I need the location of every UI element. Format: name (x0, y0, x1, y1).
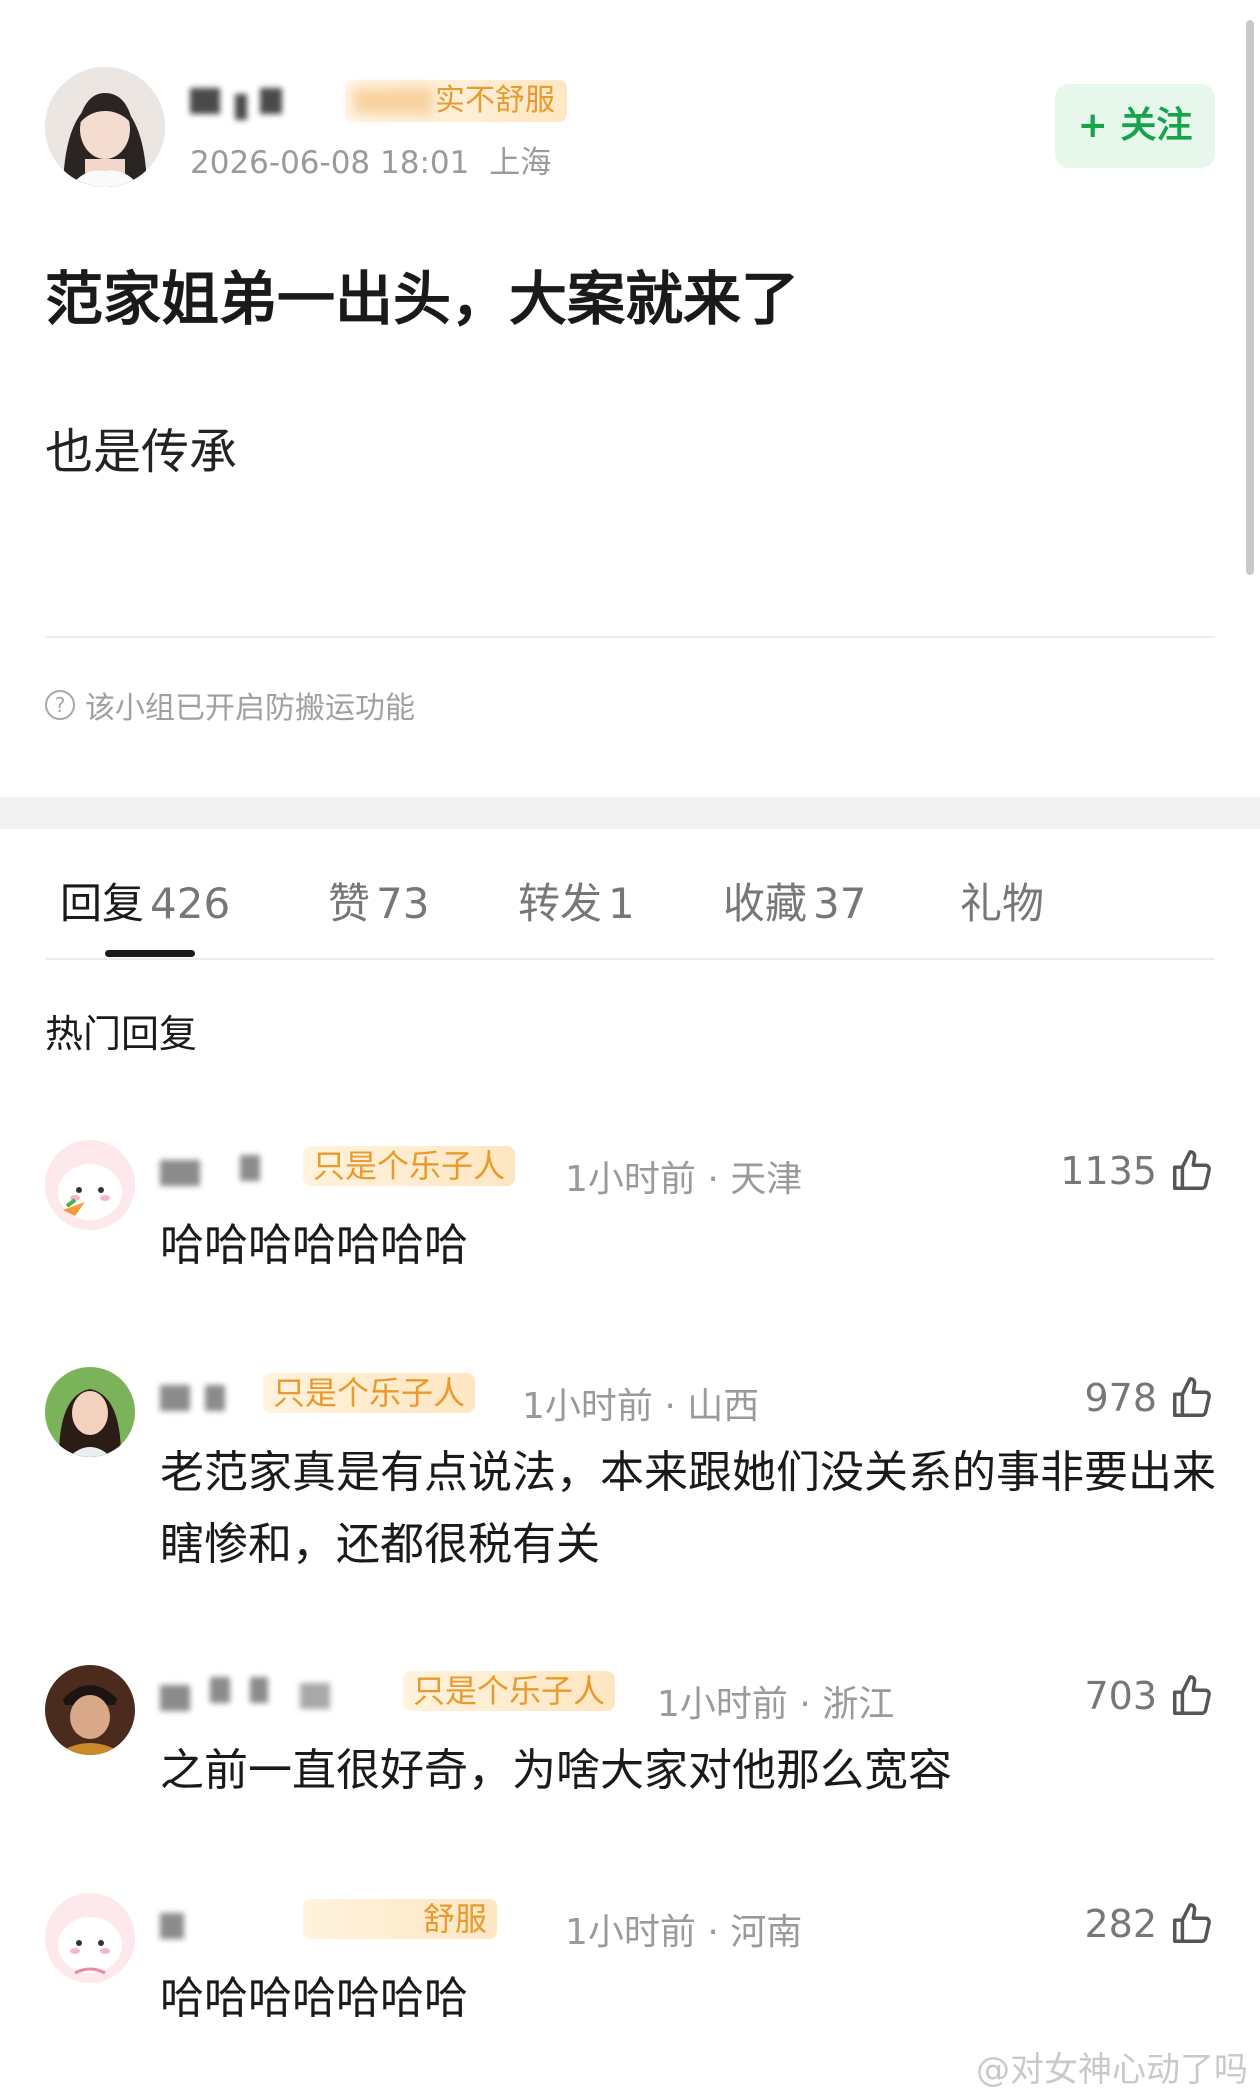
comment-meta: 1小时前 · 河南 (565, 1912, 803, 1953)
commenter-badge: 只是个乐子人 (263, 1373, 476, 1413)
author-badge: 实不舒服 (345, 80, 567, 122)
comment-item: 只是个乐子人 1小时前 · 山西 978 老范家真是有点说法，本来跟她们没关系的… (45, 1367, 1216, 1577)
tabs-divider (45, 958, 1215, 960)
thumbs-up-icon (1173, 1903, 1211, 1943)
like-button[interactable]: 703 (1084, 1673, 1215, 1719)
watermark: @对女神心动了吗 (976, 2050, 1248, 2090)
thumbs-up-icon (1173, 1675, 1211, 1715)
tab-replies[interactable]: 回复 426 (60, 870, 230, 931)
like-count: 282 (1084, 1902, 1157, 1946)
like-button[interactable]: 978 (1084, 1375, 1215, 1421)
follow-button[interactable]: + 关注 (1055, 84, 1215, 168)
section-separator (0, 797, 1260, 829)
comment-text: 老范家真是有点说法，本来跟她们没关系的事非要出来瞎惨和，还都很税有关 (160, 1447, 1216, 1570)
comment-text: 之前一直很好奇，为啥大家对他那么宽容 (160, 1745, 952, 1796)
comment-text: 哈哈哈哈哈哈哈 (160, 1220, 468, 1271)
comment-meta: 1小时前 · 浙江 (657, 1684, 895, 1725)
question-icon[interactable]: ? (45, 690, 75, 720)
post-meta: 2026-06-08 18:01 上海 (190, 137, 551, 182)
anti-repost-notice: ? 该小组已开启防搬运功能 (45, 683, 415, 727)
comment-meta: 1小时前 · 天津 (565, 1159, 803, 1200)
commenter-badge: 只是个乐子人 (303, 1146, 516, 1186)
comment-item: 只是个乐子人 1小时前 · 浙江 703 之前一直很好奇，为啥大家对他那么宽容 (45, 1665, 1215, 1805)
tab-likes[interactable]: 赞 73 (328, 870, 429, 931)
comment-item: 只是个乐子人 1小时前 · 天津 1135 哈哈哈哈哈哈哈 (45, 1140, 1215, 1280)
commenter-avatar[interactable] (45, 1367, 135, 1457)
notice-text: 该小组已开启防搬运功能 (85, 691, 415, 726)
post-title: 范家姐弟一出头，大案就来了 (45, 265, 800, 333)
like-count: 703 (1084, 1674, 1157, 1718)
post-header: 实不舒服 2026-06-08 18:01 上海 + 关注 (45, 62, 1215, 192)
comment-item: 舒服 1小时前 · 河南 282 哈哈哈哈哈哈哈 (45, 1893, 1215, 2033)
comment-meta: 1小时前 · 山西 (522, 1386, 760, 1427)
thumbs-up-icon (1173, 1377, 1211, 1417)
like-count: 1135 (1060, 1149, 1157, 1193)
commenter-avatar[interactable] (45, 1665, 135, 1755)
commenter-badge: 舒服 (303, 1899, 498, 1939)
hot-replies-heading: 热门回复 (45, 1012, 198, 1056)
author-name-blurred[interactable] (190, 82, 320, 120)
tab-favorites[interactable]: 收藏 37 (723, 870, 866, 931)
comment-text: 哈哈哈哈哈哈哈 (160, 1973, 468, 2024)
like-count: 978 (1084, 1376, 1157, 1420)
tab-reposts[interactable]: 转发 1 (518, 870, 635, 931)
thumbs-up-icon (1173, 1150, 1211, 1190)
author-avatar[interactable] (45, 67, 165, 187)
commenter-avatar[interactable] (45, 1893, 135, 1983)
post-body: 也是传承 (45, 424, 238, 480)
divider (45, 636, 1215, 638)
interaction-tabs: 回复 426 赞 73 转发 1 收藏 37 礼物 (45, 860, 1215, 960)
commenter-avatar[interactable] (45, 1140, 135, 1230)
scrollbar[interactable] (1246, 20, 1254, 575)
commenter-badge: 只是个乐子人 (403, 1671, 616, 1711)
like-button[interactable]: 1135 (1060, 1148, 1215, 1194)
like-button[interactable]: 282 (1084, 1901, 1215, 1947)
post-timestamp: 2026-06-08 18:01 (190, 145, 470, 181)
tab-gifts[interactable]: 礼物 (960, 870, 1044, 931)
active-tab-indicator (105, 950, 195, 957)
post-location: 上海 (489, 145, 552, 181)
